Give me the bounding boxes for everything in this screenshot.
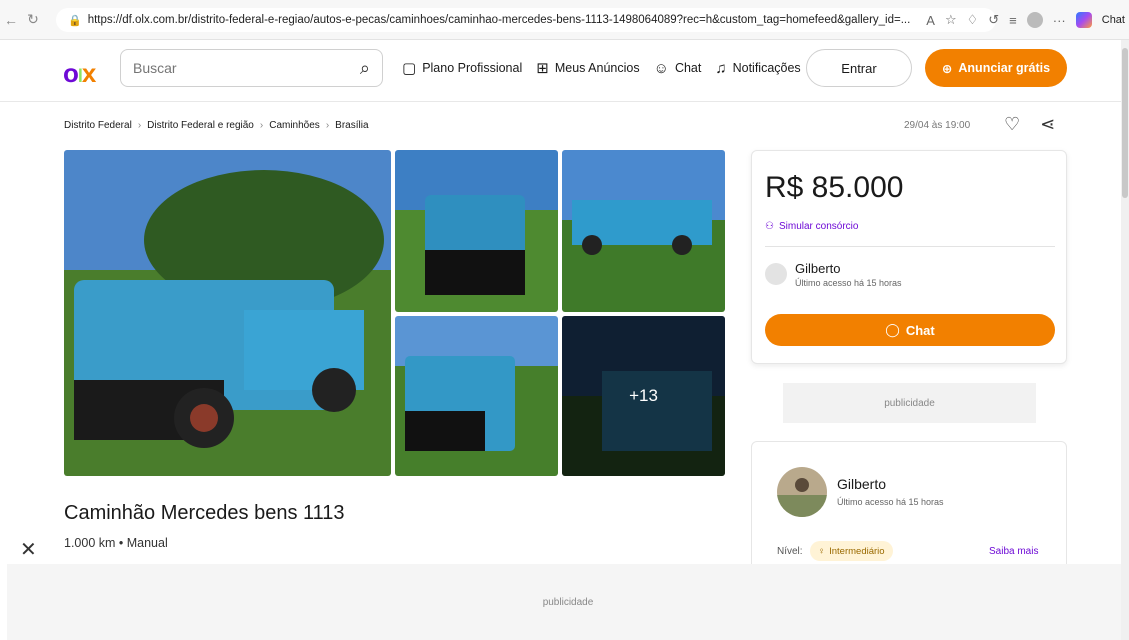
browser-icons: A ☆ ♢ ↺ ≡ ··· Chat bbox=[926, 8, 1129, 32]
seller-avatar bbox=[765, 263, 787, 285]
search-box[interactable]: ⌕ bbox=[120, 49, 383, 87]
more-icon[interactable]: ··· bbox=[1053, 13, 1066, 28]
photo-gallery: +13 bbox=[64, 150, 725, 476]
gallery-photo[interactable] bbox=[562, 150, 725, 312]
copilot-label[interactable]: Chat bbox=[1102, 14, 1125, 26]
site-header: olx ⌕ ▢Plano Profissional ⊞Meus Anúncios… bbox=[0, 40, 1129, 102]
entrar-button[interactable]: Entrar bbox=[806, 49, 912, 87]
chat-button[interactable]: ◯ Chat bbox=[765, 314, 1055, 346]
search-icon[interactable]: ⌕ bbox=[360, 58, 370, 79]
breadcrumb-item[interactable]: Brasília bbox=[335, 120, 368, 131]
ad-placeholder: publicidade bbox=[783, 383, 1036, 423]
main-photo[interactable] bbox=[64, 150, 391, 476]
chevron-right-icon: › bbox=[325, 120, 330, 131]
notification-icon[interactable]: ♢ bbox=[967, 12, 979, 28]
scrollbar-thumb[interactable] bbox=[1122, 48, 1128, 198]
address-bar[interactable]: 🔒 https://df.olx.com.br/distrito-federal… bbox=[56, 8, 996, 32]
chevron-right-icon: › bbox=[137, 120, 142, 131]
nivel-label: Nível: bbox=[777, 546, 803, 557]
gallery-photo-more[interactable]: +13 bbox=[562, 316, 725, 476]
chat-icon: ◯ bbox=[885, 322, 900, 337]
anunciar-button[interactable]: ⊕ Anunciar grátis bbox=[925, 49, 1067, 87]
breadcrumb-item[interactable]: Caminhões bbox=[269, 120, 320, 131]
bottom-ad-banner: publicidade bbox=[7, 564, 1129, 640]
breadcrumb: Distrito Federal › Distrito Federal e reg… bbox=[64, 120, 369, 131]
consortium-icon: ⚇ bbox=[765, 221, 774, 232]
page: olx ⌕ ▢Plano Profissional ⊞Meus Anúncios… bbox=[0, 40, 1129, 640]
header-links: ▢ Plano Profissional ⊞ Meus Anúncios ☺ Chat… bbox=[402, 59, 801, 78]
notificacoes-link[interactable]: ♫ Notificações bbox=[715, 60, 800, 77]
chat-icon: ☺ bbox=[653, 59, 669, 77]
breadcrumb-item[interactable]: Distrito Federal bbox=[64, 120, 132, 131]
scrollbar[interactable] bbox=[1121, 40, 1129, 640]
close-icon[interactable]: ✕ bbox=[20, 537, 37, 562]
seller-last-access: Último acesso há 15 horas bbox=[837, 497, 944, 507]
seller-name[interactable]: Gilberto bbox=[837, 476, 886, 492]
briefcase-icon: ▢ bbox=[402, 60, 417, 77]
collections-icon[interactable]: ≡ bbox=[1009, 13, 1017, 28]
favorite-icon[interactable]: ☆ bbox=[945, 12, 957, 28]
reload-icon[interactable]: ↻ bbox=[22, 11, 44, 28]
divider bbox=[765, 246, 1055, 247]
seller-last-access: Último acesso há 15 horas bbox=[795, 278, 902, 288]
grid-icon: ⊞ bbox=[536, 60, 549, 77]
badge-icon: ♀ bbox=[818, 545, 826, 557]
chevron-right-icon: › bbox=[259, 120, 264, 131]
olx-logo[interactable]: olx bbox=[63, 58, 96, 89]
url-text: https://df.olx.com.br/distrito-federal-e… bbox=[87, 14, 911, 26]
listing-actions: ♡ ⋖ bbox=[1004, 114, 1055, 135]
breadcrumb-item[interactable]: Distrito Federal e região bbox=[147, 120, 254, 131]
back-icon[interactable]: ← bbox=[0, 12, 22, 28]
simular-consorcio-link[interactable]: ⚇ Simular consórcio bbox=[765, 221, 858, 232]
seller-name[interactable]: Gilberto bbox=[795, 261, 841, 276]
chat-link[interactable]: ☺ Chat bbox=[654, 60, 702, 77]
listing-specs: 1.000 km • Manual bbox=[64, 536, 168, 550]
seller-photo[interactable] bbox=[777, 467, 827, 517]
posted-date: 29/04 às 19:00 bbox=[904, 120, 971, 131]
saiba-mais-link[interactable]: Saiba mais bbox=[989, 546, 1038, 557]
listing-title: Caminhão Mercedes bens 1113 bbox=[64, 502, 345, 524]
price: R$ 85.000 bbox=[765, 171, 904, 204]
refresh-icon[interactable]: ↺ bbox=[988, 12, 999, 28]
profile-avatar-icon[interactable] bbox=[1026, 12, 1043, 28]
plano-profissional-link[interactable]: ▢ Plano Profissional bbox=[402, 59, 522, 77]
copilot-icon[interactable] bbox=[1075, 12, 1092, 28]
more-photos-count[interactable]: +13 bbox=[562, 316, 725, 476]
meus-anuncios-link[interactable]: ⊞ Meus Anúncios bbox=[536, 59, 639, 77]
nivel-badge: ♀ Intermediário bbox=[810, 541, 893, 561]
plus-circle-icon: ⊕ bbox=[941, 61, 953, 76]
heart-icon[interactable]: ♡ bbox=[1004, 114, 1020, 135]
read-aloud-icon[interactable]: A bbox=[926, 13, 935, 28]
lock-icon: 🔒 bbox=[68, 14, 82, 27]
share-icon[interactable]: ⋖ bbox=[1040, 114, 1055, 135]
gallery-photo[interactable] bbox=[395, 150, 558, 312]
price-card: R$ 85.000 ⚇ Simular consórcio Gilberto Úl… bbox=[751, 150, 1067, 364]
browser-toolbar: ← ↻ 🔒 https://df.olx.com.br/distrito-fed… bbox=[0, 0, 1129, 40]
gallery-photo[interactable] bbox=[395, 316, 558, 476]
bell-icon: ♫ bbox=[715, 59, 727, 77]
search-input[interactable] bbox=[133, 60, 360, 76]
